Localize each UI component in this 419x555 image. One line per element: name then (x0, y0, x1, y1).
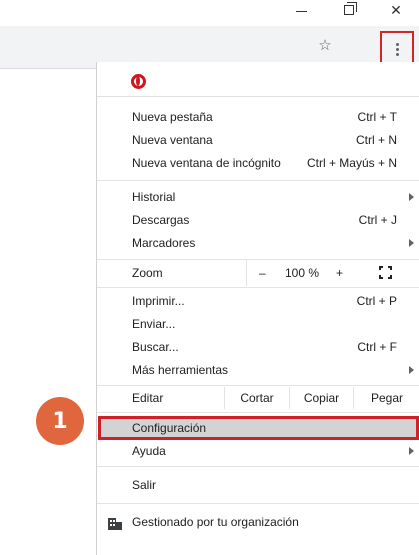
menu-item-more-tools[interactable]: Más herramientas (97, 359, 419, 381)
fullscreen-corner (379, 266, 383, 270)
menu-item-downloads[interactable]: Descargas Ctrl + J (97, 209, 419, 231)
managed-by-org[interactable]: Gestionado por tu organización (97, 511, 419, 533)
copy-button[interactable]: Copiar (289, 387, 353, 409)
chevron-right-icon (409, 447, 414, 455)
menu-divider (97, 259, 419, 260)
chevron-right-icon (409, 366, 414, 374)
close-icon: ✕ (390, 1, 402, 18)
menu-item-label: Ayuda (132, 444, 166, 458)
star-icon[interactable]: ☆ (314, 34, 336, 56)
title-bar: ✕ (0, 0, 419, 22)
menu-item-label: Configuración (132, 421, 207, 435)
menu-item-shortcut: Ctrl + P (356, 294, 397, 308)
menu-item-print[interactable]: Imprimir... Ctrl + P (97, 290, 419, 312)
menu-divider (97, 466, 419, 467)
fullscreen-corner (388, 275, 392, 279)
menu-item-help[interactable]: Ayuda (97, 440, 419, 462)
menu-item-label: Marcadores (132, 236, 196, 250)
zoom-in-button[interactable]: + (336, 266, 343, 280)
zoom-controls: – 100 % + (97, 262, 419, 284)
menu-item-shortcut: Ctrl + T (357, 110, 397, 124)
address-bar[interactable] (0, 33, 341, 61)
cut-button[interactable]: Cortar (224, 387, 289, 409)
menu-item-exit[interactable]: Salir (97, 474, 419, 496)
restore-icon (344, 2, 357, 15)
toolbar-divider (0, 68, 96, 69)
browser-menu: Nueva pestaña Ctrl + T Nueva ventana Ctr… (96, 62, 419, 555)
menu-item-label: Historial (132, 190, 176, 204)
three-dots-vertical-icon (395, 42, 399, 46)
chevron-right-icon (409, 193, 414, 201)
menu-item-shortcut: Ctrl + Mayús + N (306, 156, 397, 170)
managed-label: Gestionado por tu organización (132, 515, 299, 529)
menu-item-settings[interactable]: Configuración (98, 416, 419, 440)
menu-item-label: Enviar... (132, 317, 176, 331)
menu-item-shortcut: Ctrl + N (355, 133, 397, 147)
paste-button[interactable]: Pegar (353, 387, 419, 409)
fullscreen-corner (379, 275, 383, 279)
fullscreen-corner (388, 266, 392, 270)
menu-divider (97, 180, 419, 181)
chevron-right-icon (409, 239, 414, 247)
menu-divider (97, 385, 419, 386)
menu-dot (395, 52, 399, 56)
menu-item-find[interactable]: Buscar... Ctrl + F (97, 336, 419, 358)
menu-item-history[interactable]: Historial (97, 186, 419, 208)
fullscreen-icon[interactable] (379, 266, 392, 279)
restore-button[interactable] (330, 0, 368, 20)
close-button[interactable]: ✕ (377, 0, 415, 20)
menu-divider (97, 287, 419, 288)
step-badge: 1 (36, 397, 84, 445)
minimize-button[interactable] (282, 0, 320, 20)
minimize-icon (295, 10, 307, 12)
menu-item-label: Salir (132, 478, 157, 492)
menu-dot (395, 47, 399, 51)
menu-item-incognito-window[interactable]: Nueva ventana de incógnito Ctrl + Mayús … (97, 152, 419, 174)
menu-item-shortcut: Ctrl + J (358, 213, 397, 227)
zoom-level: 100 % (285, 266, 320, 280)
menu-item-new-tab[interactable]: Nueva pestaña Ctrl + T (97, 106, 419, 128)
menu-item-bookmarks[interactable]: Marcadores (97, 232, 419, 254)
menu-item-shortcut: Ctrl + F (357, 340, 397, 354)
opera-logo-icon (131, 74, 146, 89)
menu-divider (97, 412, 419, 413)
menu-item-send[interactable]: Enviar... (97, 313, 419, 335)
menu-item-new-window[interactable]: Nueva ventana Ctrl + N (97, 129, 419, 151)
menu-item-label: Más herramientas (132, 363, 229, 377)
menu-header (97, 62, 419, 97)
zoom-out-button[interactable]: – (259, 266, 266, 280)
menu-divider (97, 503, 419, 504)
